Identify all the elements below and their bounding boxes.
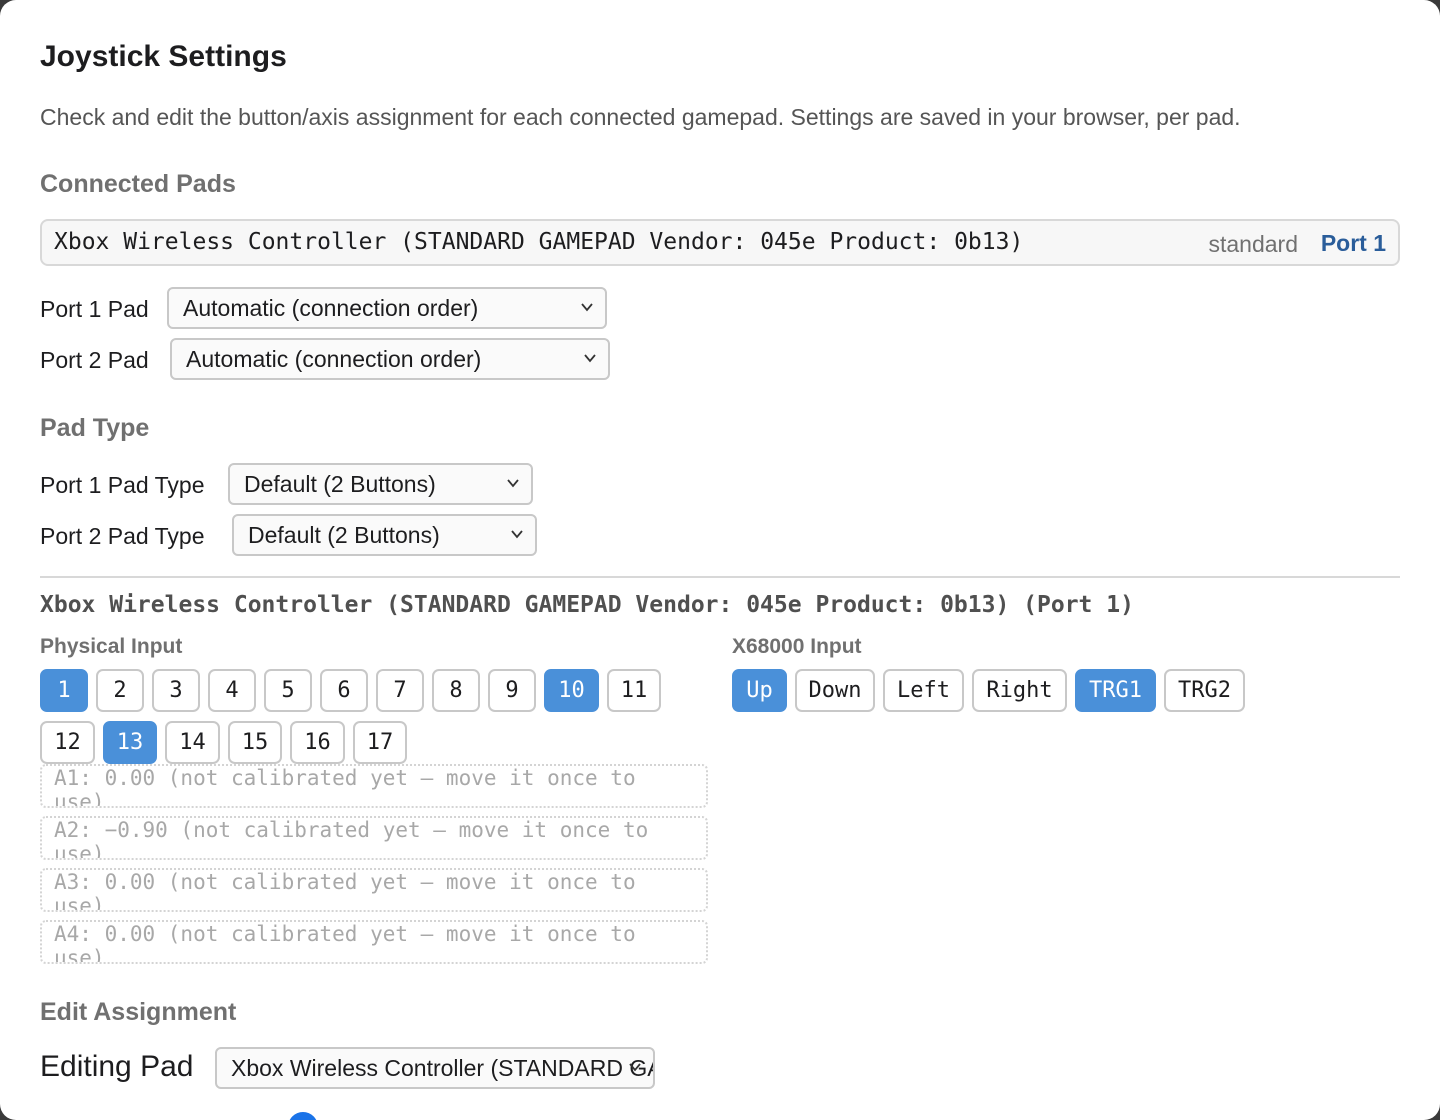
axis-readout: A4: 0.00 (not calibrated yet — move it o… <box>40 920 708 964</box>
axis-readout-text: A3: 0.00 (not calibrated yet — move it o… <box>54 870 636 912</box>
connected-pads-title: Connected Pads <box>40 170 236 198</box>
x68000-input[interactable]: Up <box>732 669 787 712</box>
port1-pad-type-label: Port 1 Pad Type <box>40 472 205 498</box>
x68000-input[interactable]: Left <box>883 669 964 712</box>
physical-button-label: 5 <box>281 678 295 703</box>
page-description: Check and edit the button/axis assignmen… <box>40 104 1241 130</box>
chevron-down-icon <box>584 354 596 363</box>
physical-button-label: 15 <box>241 730 269 755</box>
physical-button[interactable]: 17 <box>353 721 407 764</box>
physical-button[interactable]: 9 <box>488 669 536 712</box>
x68000-input[interactable]: TRG1 <box>1075 669 1156 712</box>
x68000-input-label: Right <box>986 678 1053 703</box>
pad-name: Xbox Wireless Controller (STANDARD GAMEP… <box>54 229 1024 255</box>
physical-button-label: 6 <box>337 678 351 703</box>
physical-button[interactable]: 7 <box>376 669 424 712</box>
physical-button[interactable]: 6 <box>320 669 368 712</box>
physical-button-label: 12 <box>54 730 81 755</box>
section-divider <box>40 576 1400 578</box>
port2-pad-label: Port 2 Pad <box>40 347 149 373</box>
editing-pad-select[interactable]: Xbox Wireless Controller (STANDARD GAMEP… <box>215 1047 655 1089</box>
port1-pad-label: Port 1 Pad <box>40 296 149 322</box>
x68000-input[interactable]: Right <box>972 669 1067 712</box>
physical-button-label: 10 <box>558 678 585 703</box>
physical-button[interactable]: 16 <box>290 721 345 764</box>
connected-pad-row[interactable]: Xbox Wireless Controller (STANDARD GAMEP… <box>40 219 1400 266</box>
physical-button-label: 11 <box>620 678 648 703</box>
x68000-input-label: X68000 Input <box>732 635 862 658</box>
port1-pad-type-select[interactable]: Default (2 Buttons) <box>228 463 533 505</box>
edit-assignment-title: Edit Assignment <box>40 998 237 1026</box>
pad-mapping: standard <box>1208 231 1298 257</box>
physical-button-label: 7 <box>393 678 407 703</box>
port2-pad-value: Automatic (connection order) <box>186 346 482 372</box>
physical-button[interactable]: 14 <box>165 721 220 764</box>
axis-readout-text: A2: −0.90 (not calibrated yet — move it … <box>54 818 649 860</box>
chevron-down-icon <box>511 530 523 539</box>
physical-button[interactable]: 15 <box>228 721 282 764</box>
chevron-down-icon <box>581 303 593 312</box>
x68000-input-label: Up <box>746 678 773 703</box>
port1-pad-value: Automatic (connection order) <box>183 295 479 321</box>
port1-pad-type-value: Default (2 Buttons) <box>244 471 436 497</box>
port2-pad-type-select[interactable]: Default (2 Buttons) <box>232 514 537 556</box>
pad-detail-heading: Xbox Wireless Controller (STANDARD GAMEP… <box>40 592 1134 618</box>
physical-button[interactable]: 4 <box>208 669 256 712</box>
physical-button[interactable]: 5 <box>264 669 312 712</box>
physical-button-label: 4 <box>225 678 239 703</box>
axis-readout-text: A4: 0.00 (not calibrated yet — move it o… <box>54 922 636 964</box>
x68000-input-label: TRG1 <box>1089 678 1142 703</box>
physical-button[interactable]: 12 <box>40 721 95 764</box>
physical-button-label: 2 <box>113 678 127 703</box>
physical-button[interactable]: 2 <box>96 669 144 712</box>
physical-button-label: 1 <box>57 678 71 703</box>
port2-pad-type-value: Default (2 Buttons) <box>248 522 440 548</box>
chevron-down-icon <box>629 1063 641 1072</box>
x68000-input-label: Left <box>897 678 950 703</box>
physical-button-label: 17 <box>366 730 394 755</box>
axis-readout-text: A1: 0.00 (not calibrated yet — move it o… <box>54 766 636 808</box>
pad-port: Port 1 <box>1320 230 1386 256</box>
x68000-input-label: TRG2 <box>1178 678 1231 703</box>
joystick-settings-panel: Joystick Settings Check and edit the but… <box>0 0 1440 1120</box>
physical-button-label: 16 <box>304 730 331 755</box>
physical-button[interactable]: 1 <box>40 669 88 712</box>
physical-button-label: 8 <box>449 678 463 703</box>
axis-readout: A2: −0.90 (not calibrated yet — move it … <box>40 816 708 860</box>
editing-pad-label: Editing Pad <box>40 1050 194 1083</box>
slider-knob[interactable] <box>288 1112 318 1120</box>
chevron-down-icon <box>507 479 519 488</box>
pad-type-title: Pad Type <box>40 414 150 442</box>
port2-pad-type-label: Port 2 Pad Type <box>40 523 205 549</box>
physical-button-label: 14 <box>179 730 206 755</box>
physical-button-label: 9 <box>505 678 519 703</box>
physical-button[interactable]: 11 <box>607 669 661 712</box>
editing-pad-value: Xbox Wireless Controller (STANDARD GAMEP… <box>231 1055 653 1081</box>
physical-button[interactable]: 10 <box>544 669 599 712</box>
port1-pad-select[interactable]: Automatic (connection order) <box>167 287 607 329</box>
physical-button[interactable]: 8 <box>432 669 480 712</box>
physical-button-label: 3 <box>169 678 183 703</box>
axis-readout: A1: 0.00 (not calibrated yet — move it o… <box>40 764 708 808</box>
x68000-input-label: Down <box>808 678 862 703</box>
physical-input-label: Physical Input <box>40 635 183 658</box>
x68000-input[interactable]: TRG2 <box>1164 669 1245 712</box>
physical-button[interactable]: 3 <box>152 669 200 712</box>
axis-readout: A3: 0.00 (not calibrated yet — move it o… <box>40 868 708 912</box>
physical-button-label: 13 <box>116 730 144 755</box>
page-title: Joystick Settings <box>40 40 287 73</box>
physical-button[interactable]: 13 <box>103 721 157 764</box>
port2-pad-select[interactable]: Automatic (connection order) <box>170 338 610 380</box>
x68000-input[interactable]: Down <box>795 669 875 712</box>
